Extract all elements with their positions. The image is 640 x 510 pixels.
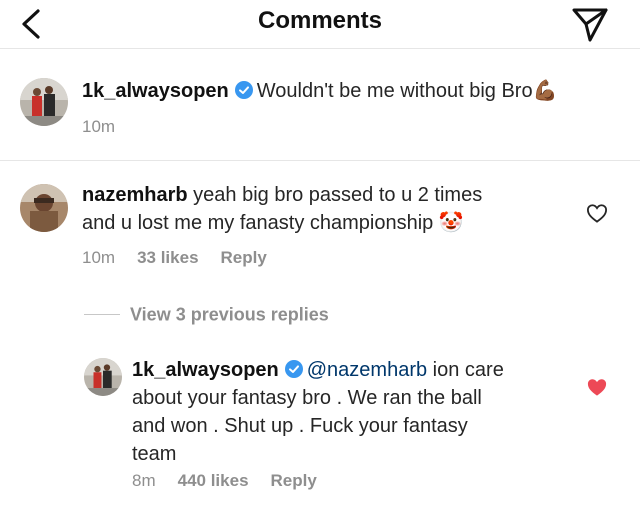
avatar[interactable]	[20, 184, 68, 232]
comment-text-line: and u lost me my fanasty championship	[82, 212, 434, 234]
reply-text-line: team	[132, 443, 177, 465]
avatar[interactable]	[20, 78, 68, 126]
username[interactable]: nazemharb	[82, 184, 188, 206]
view-replies-label: View 3 previous replies	[130, 304, 329, 325]
direct-message-icon[interactable]	[570, 4, 610, 44]
reply-text-line: ion care	[427, 359, 504, 381]
timestamp: 10m	[82, 117, 116, 136]
liked-heart-icon[interactable]	[586, 377, 608, 397]
verified-badge-icon	[234, 81, 253, 99]
like-heart-icon[interactable]	[586, 203, 608, 223]
clown-emoji: 🤡	[438, 212, 464, 234]
comment-meta: 10m 33 likes Reply	[82, 247, 289, 269]
reply-button[interactable]: Reply	[271, 471, 317, 490]
reply-meta: 8m 440 likes Reply	[132, 470, 339, 492]
timestamp: 8m	[132, 471, 156, 490]
caption-text-row: 1k_alwaysopen Wouldn't be me without big …	[82, 77, 557, 105]
reply-button[interactable]: Reply	[221, 248, 267, 267]
caption-text: Wouldn't be me without big Bro	[256, 80, 533, 102]
divider	[84, 313, 120, 315]
username[interactable]: 1k_alwaysopen	[132, 359, 279, 381]
timestamp: 10m	[82, 248, 116, 267]
header-bar: Comments	[0, 0, 640, 49]
comment-text-line: yeah big bro passed to u 2 times	[193, 184, 483, 206]
reply-text-line: and won . Shut up . Fuck your fantasy	[132, 415, 468, 437]
likes-count[interactable]: 33 likes	[137, 248, 198, 267]
likes-count[interactable]: 440 likes	[178, 471, 249, 490]
flexed-biceps-emoji: 💪🏾	[532, 80, 558, 102]
avatar[interactable]	[84, 358, 122, 396]
view-previous-replies[interactable]: View 3 previous replies	[84, 302, 329, 325]
reply-text-line: about your fantasy bro . We ran the ball	[132, 387, 482, 409]
caption-meta: 10m	[82, 116, 137, 138]
comment-text: nazemharb yeah big bro passed to u 2 tim…	[82, 181, 482, 237]
page-title: Comments	[257, 7, 383, 34]
mention-link[interactable]: @nazemharb	[307, 359, 427, 381]
reply-text: 1k_alwaysopen @nazemharb ion care about y…	[132, 356, 572, 468]
verified-badge-icon	[284, 360, 303, 378]
post-caption: 1k_alwaysopen Wouldn't be me without big …	[0, 48, 640, 161]
username[interactable]: 1k_alwaysopen	[82, 80, 229, 102]
